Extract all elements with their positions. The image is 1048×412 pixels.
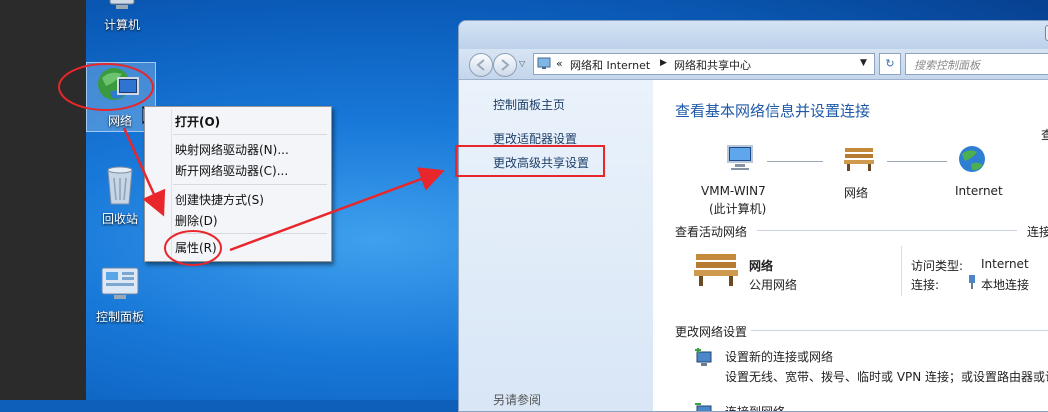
search-input[interactable]: 搜索控制面板 [905,53,1048,75]
connect-to-network-link[interactable]: 连接到网络 [725,403,785,411]
vertical-divider [901,246,902,296]
network-globe-icon [98,68,139,100]
node-label-computer: VMM-WIN7 [701,184,766,198]
network-sharing-center-window: ▽ « 网络和 Internet ▶ 网络和共享中心 ▼ ↻ 搜索控制面板 控制… [458,20,1048,412]
internet-globe-icon [959,146,985,172]
title-bar[interactable] [459,21,1048,49]
node-label-internet: Internet [955,184,1003,198]
menu-item-create-shortcut[interactable]: 创建快捷方式(S) [175,191,264,208]
menu-item-delete[interactable]: 删除(D) [175,212,218,229]
view-full-map-link[interactable]: 查 [1041,126,1048,143]
breadcrumb-chevron-icon[interactable]: ▶ [660,58,667,68]
new-connection-icon [695,348,712,366]
node-sublabel-computer: (此计算机) [709,202,767,216]
control-panel-small-icon [537,57,551,69]
access-type-label: 访问类型: [911,259,964,273]
breadcrumb-overflow[interactable]: « [556,57,563,70]
desktop-icon-computer[interactable]: 计算机 [84,0,160,33]
network-bench-icon [694,254,738,286]
connection-line [887,161,947,162]
breadcrumb-network-internet[interactable]: 网络和 Internet [570,57,650,73]
setup-new-connection-link[interactable]: 设置新的连接或网络 [725,348,833,365]
menu-item-map-drive[interactable]: 映射网络驱动器(N)... [175,141,289,158]
section-heading-change-settings: 更改网络设置 [675,325,748,339]
section-rule [757,230,1017,231]
node-label-network: 网络 [844,186,869,200]
refresh-icon: ↻ [885,57,895,70]
menu-separator [173,233,327,234]
connection-line [767,161,823,162]
task-sidebar: 控制面板主页 更改适配器设置 更改高级共享设置 另请参阅 [459,80,653,411]
desktop-icon-control-panel[interactable]: 控制面板 [82,266,158,325]
desktop-icon-label: 控制面板 [95,310,144,324]
menu-item-disconnect-drive[interactable]: 断开网络驱动器(C)... [175,162,288,179]
address-toolbar: ▽ « 网络和 Internet ▶ 网络和共享中心 ▼ ↻ 搜索控制面板 [459,49,1048,80]
network-adapter-icon [969,275,975,289]
refresh-button[interactable]: ↻ [879,53,901,75]
menu-item-properties[interactable]: 属性(R) [175,239,217,256]
forward-button[interactable] [493,53,517,77]
connections-label: 连接: [911,278,940,292]
context-menu: 打开(O) 映射网络驱动器(N)... 断开网络驱动器(C)... 创建快捷方式… [144,106,332,262]
connect-to-network-icon [695,403,712,411]
menu-gutter [171,109,172,259]
back-button[interactable] [469,53,493,77]
menu-item-open[interactable]: 打开(O) [175,113,220,130]
computer-node-icon [727,145,753,170]
active-network-name: 网络 [749,259,774,273]
control-panel-icon [101,267,139,299]
section-rule [751,330,1048,331]
sidebar-link-control-panel-home[interactable]: 控制面板主页 [493,96,565,113]
access-type-value: Internet [981,257,1029,271]
local-connection-link[interactable]: 本地连接 [981,276,1029,293]
forward-arrow-icon [501,59,510,71]
search-placeholder: 搜索控制面板 [914,59,980,72]
menu-separator [173,134,327,135]
desktop-icon-label: 计算机 [103,18,140,32]
back-arrow-icon [476,59,485,71]
left-dark-strip [0,0,86,400]
sidebar-link-adapter-settings[interactable]: 更改适配器设置 [493,130,577,147]
menu-separator [173,184,327,185]
setup-new-connection-description: 设置无线、宽带、拨号、临时或 VPN 连接；或设置路由器或访 [725,370,1048,384]
address-dropdown-icon[interactable]: ▼ [860,58,867,68]
address-bar[interactable]: « 网络和 Internet ▶ 网络和共享中心 ▼ [533,53,875,75]
recycle-bin-icon [107,166,133,205]
breadcrumb-sharing-center[interactable]: 网络和共享中心 [674,57,751,73]
sidebar-link-advanced-sharing[interactable]: 更改高级共享设置 [493,154,589,171]
network-location-link[interactable]: 公用网络 [749,276,797,293]
computer-icon [109,0,135,9]
network-bench-icon [844,148,874,171]
connect-disconnect-link[interactable]: 连接 [1027,223,1048,240]
page-title: 查看基本网络信息并设置连接 [675,102,871,120]
section-heading-active-networks: 查看活动网络 [675,225,748,239]
history-dropdown-icon[interactable]: ▽ [519,59,525,68]
main-content: 查看基本网络信息并设置连接 查 VMM-WIN7 (此计算机) 网络 Inter… [653,80,1048,411]
